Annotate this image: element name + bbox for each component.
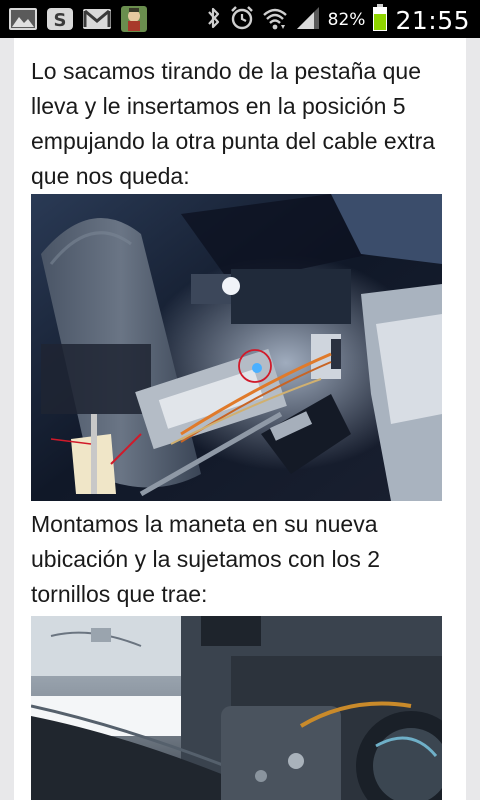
s-app-notification-icon: S xyxy=(46,6,74,36)
alarm-icon xyxy=(229,5,255,35)
svg-text:S: S xyxy=(54,10,67,31)
gallery-notification-icon xyxy=(8,6,38,36)
battery-percentage: 82% xyxy=(327,10,366,30)
system-status-area: 82% 21:55 xyxy=(206,4,470,36)
app-notification-icon xyxy=(120,5,148,37)
signal-icon xyxy=(295,5,321,35)
battery-icon xyxy=(372,4,388,36)
photo-mounted-lever[interactable] xyxy=(31,616,442,800)
article-body: Lo sacamos tirando de la pestaña que lle… xyxy=(31,38,447,800)
wifi-icon xyxy=(262,5,288,35)
status-bar: S 82% 21:55 xyxy=(0,0,480,38)
notification-area[interactable]: S xyxy=(8,5,148,37)
clock: 21:55 xyxy=(395,5,470,35)
web-page-content[interactable]: Lo sacamos tirando de la pestaña que lle… xyxy=(0,38,480,800)
photo-cable-connector[interactable] xyxy=(31,194,442,501)
article-paragraph: Montamos la maneta en su nueva ubicación… xyxy=(31,511,381,607)
bluetooth-icon xyxy=(206,5,222,35)
gmail-notification-icon xyxy=(82,6,112,36)
article-paragraph: Lo sacamos tirando de la pestaña que lle… xyxy=(31,58,436,189)
